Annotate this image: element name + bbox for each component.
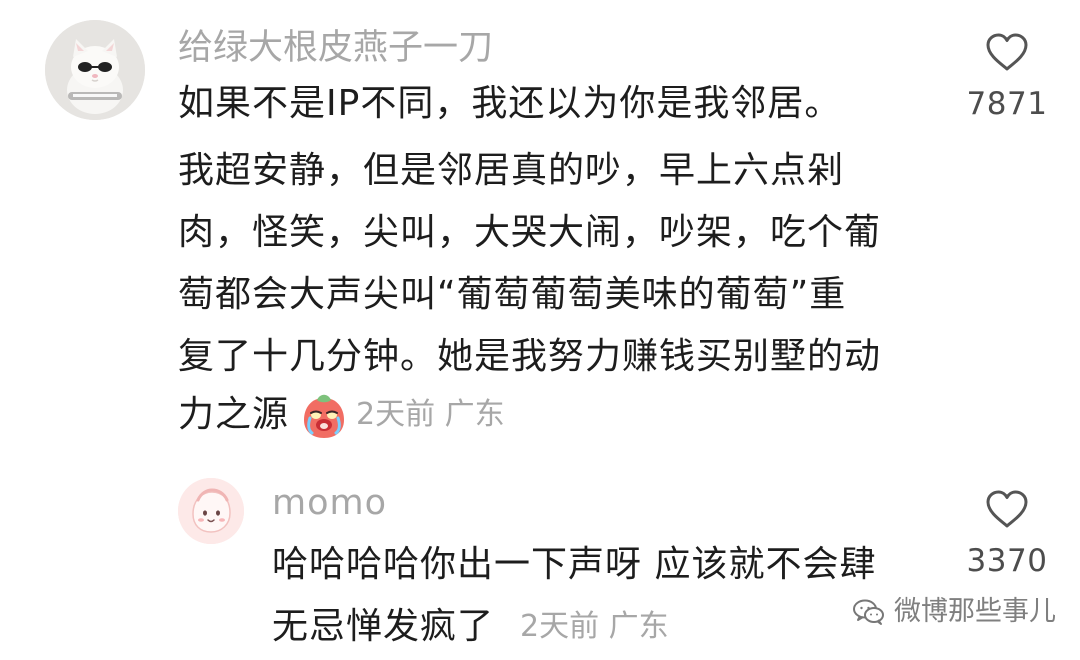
comment-line-2: 我超安静，但是邻居真的吵，早上六点剁 xyxy=(178,150,845,191)
watermark: 微博那些事儿 xyxy=(852,592,1056,632)
heart-outline-icon xyxy=(986,490,1028,528)
wechat-icon xyxy=(853,599,884,625)
username[interactable]: 给绿大根皮燕子一刀 xyxy=(178,28,493,68)
reply-like-count: 3370 xyxy=(966,543,1048,579)
comment-line-5: 复了十几分钟。她是我努力赚钱买别墅的动 xyxy=(178,336,882,377)
like-count: 7871 xyxy=(966,86,1048,122)
reply-line-1: 哈哈哈哈你出一下声呀 应该就不会肆 xyxy=(272,544,877,585)
heart-outline-icon xyxy=(986,33,1028,71)
comment-line-6: 力之源 xyxy=(178,395,289,435)
comment-line-1: 如果不是IP不同，我还以为你是我邻居。 xyxy=(178,83,842,124)
crying-peach-icon xyxy=(304,394,344,438)
reply-last-text: 无忌惮发疯了 xyxy=(272,606,495,647)
comment-line-4: 萄都会大声尖叫“葡萄葡萄美味的葡萄”重 xyxy=(178,274,847,315)
avatar[interactable] xyxy=(45,20,145,120)
pink-blob-avatar-icon xyxy=(178,478,244,544)
reply-line-2: 无忌惮发疯了 xyxy=(272,607,494,647)
like-button[interactable]: 7871 xyxy=(952,30,1062,122)
watermark-text: 微博那些事儿 xyxy=(894,596,1056,627)
cat-avatar-icon xyxy=(45,20,145,120)
reply-like-button[interactable]: 3370 xyxy=(952,487,1062,579)
reply-avatar[interactable] xyxy=(178,478,244,544)
comment-screen: 给绿大根皮燕子一刀 如果不是IP不同，我还以为你是我邻居。 我超安静，但是邻居真… xyxy=(0,0,1080,660)
reply-username[interactable]: momo xyxy=(272,483,387,523)
comment-line-3: 肉，怪笑，尖叫，大哭大闹，吵架，吃个葡 xyxy=(178,212,882,253)
comment-meta: 2天前 广东 xyxy=(356,397,505,432)
reply-meta: 2天前 广东 xyxy=(520,609,669,644)
comment-last-text: 力之源 xyxy=(178,394,290,435)
